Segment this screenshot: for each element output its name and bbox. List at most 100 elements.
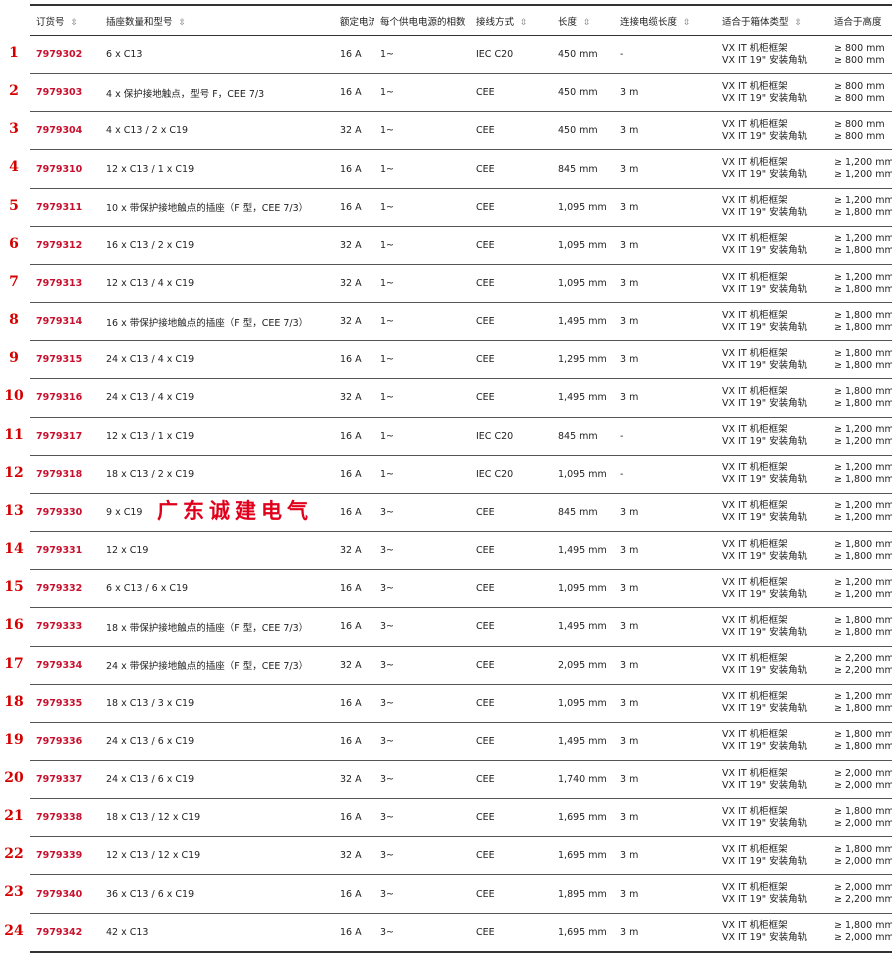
table-row: 7979303 4 x 保护接地触点，型号 F，CEE 7/3 16 A 1~ CEE 4… bbox=[30, 73, 892, 113]
cell-order[interactable]: 7979340 bbox=[30, 874, 100, 914]
cell-height: ≥ 800 mm ≥ 800 mm bbox=[828, 35, 892, 75]
height-line: ≥ 1,800 mm bbox=[834, 626, 892, 638]
col-header-label: 适合于高度 bbox=[834, 16, 882, 28]
enclosure-line: VX IT 机柜框架 bbox=[722, 691, 788, 703]
cell-order[interactable]: 7979318 bbox=[30, 455, 100, 494]
row-number: 3 bbox=[9, 121, 19, 138]
sort-icon[interactable]: ⇳ bbox=[795, 18, 803, 28]
cell-order[interactable]: 7979332 bbox=[30, 569, 100, 609]
cell-order[interactable]: 7979339 bbox=[30, 836, 100, 876]
table-header-row: 订货号 ⇳ 插座数量和型号 ⇳ 额定电流 每个供电电源的相数 接线方式 ⇳ 长度 ⇳ 连… bbox=[30, 4, 892, 36]
row-number: 1 bbox=[9, 45, 19, 61]
height-line: ≥ 1,800 mm bbox=[834, 385, 892, 397]
cell-connection: CEE bbox=[470, 722, 552, 761]
cell-current: 16 A bbox=[334, 35, 374, 75]
cell-order[interactable]: 7979333 bbox=[30, 607, 100, 647]
enclosure-line: VX IT 机柜框架 bbox=[722, 920, 788, 932]
cell-order[interactable]: 7979330 bbox=[30, 493, 100, 533]
cell-length: 1,495 mm bbox=[552, 302, 614, 342]
cell-length: 845 mm bbox=[552, 493, 614, 533]
height-line: ≥ 800 mm bbox=[834, 92, 885, 104]
enclosure-line: VX IT 19" 安装角轨 bbox=[722, 932, 808, 944]
cell-order[interactable]: 7979302 bbox=[30, 35, 100, 75]
cell-phases: 3~ bbox=[374, 722, 470, 761]
cell-order[interactable]: 7979334 bbox=[30, 646, 100, 685]
cell-height: ≥ 800 mm ≥ 800 mm bbox=[828, 73, 892, 113]
cell-cable: 3 m bbox=[614, 760, 716, 800]
enclosure-line: VX IT 机柜框架 bbox=[722, 805, 788, 817]
cell-order[interactable]: 7979317 bbox=[30, 417, 100, 456]
cell-order[interactable]: 7979331 bbox=[30, 531, 100, 571]
enclosure-line: VX IT 机柜框架 bbox=[722, 767, 788, 779]
height-line: ≥ 1,800 mm bbox=[834, 538, 892, 550]
cell-length: 845 mm bbox=[552, 417, 614, 456]
cell-current: 16 A bbox=[334, 493, 374, 533]
sort-icon[interactable]: ⇳ bbox=[71, 18, 79, 28]
enclosure-line: VX IT 机柜框架 bbox=[722, 538, 788, 550]
cell-height: ≥ 2,000 mm ≥ 2,200 mm bbox=[828, 874, 892, 914]
col-header-label: 长度 bbox=[558, 16, 578, 28]
cell-order[interactable]: 7979311 bbox=[30, 188, 100, 227]
height-line: ≥ 1,800 mm bbox=[834, 283, 892, 295]
cell-phases: 1~ bbox=[374, 35, 470, 75]
cell-enclosure: VX IT 机柜框架 VX IT 19" 安装角轨 bbox=[716, 188, 828, 227]
height-line: ≥ 2,200 mm bbox=[834, 894, 892, 906]
cell-order[interactable]: 7979315 bbox=[30, 340, 100, 380]
cell-length: 1,095 mm bbox=[552, 188, 614, 227]
cell-order[interactable]: 7979337 bbox=[30, 760, 100, 800]
cell-sockets: 16 x C13 / 2 x C19 bbox=[100, 226, 334, 265]
cell-sockets: 12 x C13 / 12 x C19 bbox=[100, 836, 334, 876]
cell-phases: 1~ bbox=[374, 302, 470, 342]
table-row: 7979334 24 x 带保护接地触点的插座（F 型，CEE 7/3） 32 A3… bbox=[30, 646, 892, 685]
cell-order[interactable]: 7979303 bbox=[30, 73, 100, 113]
height-line: ≥ 1,800 mm bbox=[834, 309, 892, 321]
height-line: ≥ 2,200 mm bbox=[834, 665, 892, 677]
sort-icon[interactable]: ⇳ bbox=[583, 18, 591, 28]
cell-order[interactable]: 7979314 bbox=[30, 302, 100, 342]
cell-height: ≥ 1,800 mm ≥ 2,000 mm bbox=[828, 913, 892, 953]
cell-sockets: 12 x C19 bbox=[100, 531, 334, 571]
product-table: 订货号 ⇳ 插座数量和型号 ⇳ 额定电流 每个供电电源的相数 接线方式 ⇳ 长度 ⇳ 连… bbox=[30, 4, 892, 953]
cell-enclosure: VX IT 机柜框架 VX IT 19" 安装角轨 bbox=[716, 264, 828, 304]
height-line: ≥ 1,800 mm bbox=[834, 729, 892, 741]
col-header-sockets[interactable]: 插座数量和型号 ⇳ bbox=[100, 4, 334, 36]
height-line: ≥ 1,800 mm bbox=[834, 843, 892, 855]
cell-cable: 3 m bbox=[614, 493, 716, 533]
cell-order[interactable]: 7979304 bbox=[30, 111, 100, 151]
table-row: 7979314 16 x 带保护接地触点的插座（F 型，CEE 7/3） 32 A1… bbox=[30, 302, 892, 342]
cell-order[interactable]: 7979336 bbox=[30, 722, 100, 761]
cell-enclosure: VX IT 机柜框架 VX IT 19" 安装角轨 bbox=[716, 798, 828, 838]
enclosure-line: VX IT 机柜框架 bbox=[722, 118, 788, 130]
sort-icon[interactable]: ⇳ bbox=[179, 18, 187, 28]
col-header-enclosure[interactable]: 适合于箱体类型 ⇳ bbox=[716, 4, 828, 36]
cell-order[interactable]: 7979338 bbox=[30, 798, 100, 838]
table-row: 7979337 24 x C13 / 6 x C19 32 A 3~ CEE 1,740 … bbox=[30, 760, 892, 800]
enclosure-line: VX IT 机柜框架 bbox=[722, 576, 788, 588]
enclosure-line: VX IT 19" 安装角轨 bbox=[722, 665, 808, 677]
table-row: 7979304 4 x C13 / 2 x C19 32 A 1~ CEE 450 mm 3… bbox=[30, 111, 892, 151]
cell-connection: CEE bbox=[470, 798, 552, 838]
table-row: 7979315 24 x C13 / 4 x C19 16 A 1~ CEE 1,295 … bbox=[30, 340, 892, 380]
cell-length: 1,095 mm bbox=[552, 569, 614, 609]
cell-order[interactable]: 7979313 bbox=[30, 264, 100, 304]
cell-length: 1,295 mm bbox=[552, 340, 614, 380]
col-header-connection[interactable]: 接线方式 ⇳ bbox=[470, 4, 552, 36]
cell-order[interactable]: 7979310 bbox=[30, 149, 100, 189]
sort-icon[interactable]: ⇳ bbox=[520, 18, 528, 28]
cell-height: ≥ 1,200 mm ≥ 1,200 mm bbox=[828, 417, 892, 456]
cell-connection: CEE bbox=[470, 836, 552, 876]
table-row: 7979331 12 x C19 32 A 3~ CEE 1,495 mm 3 m VX IT… bbox=[30, 531, 892, 571]
col-header-length[interactable]: 长度 ⇳ bbox=[552, 4, 614, 36]
cell-length: 1,095 mm bbox=[552, 264, 614, 304]
cell-current: 32 A bbox=[334, 646, 374, 685]
col-header-cable[interactable]: 连接电缆长度 ⇳ bbox=[614, 4, 716, 36]
cell-order[interactable]: 7979335 bbox=[30, 684, 100, 723]
cell-order[interactable]: 7979342 bbox=[30, 913, 100, 953]
sort-icon[interactable]: ⇳ bbox=[683, 18, 691, 28]
cell-cable: 3 m bbox=[614, 226, 716, 265]
enclosure-line: VX IT 19" 安装角轨 bbox=[722, 92, 808, 104]
col-header-order[interactable]: 订货号 ⇳ bbox=[30, 4, 100, 36]
enclosure-line: VX IT 机柜框架 bbox=[722, 309, 788, 321]
cell-order[interactable]: 7979316 bbox=[30, 378, 100, 418]
cell-order[interactable]: 7979312 bbox=[30, 226, 100, 265]
